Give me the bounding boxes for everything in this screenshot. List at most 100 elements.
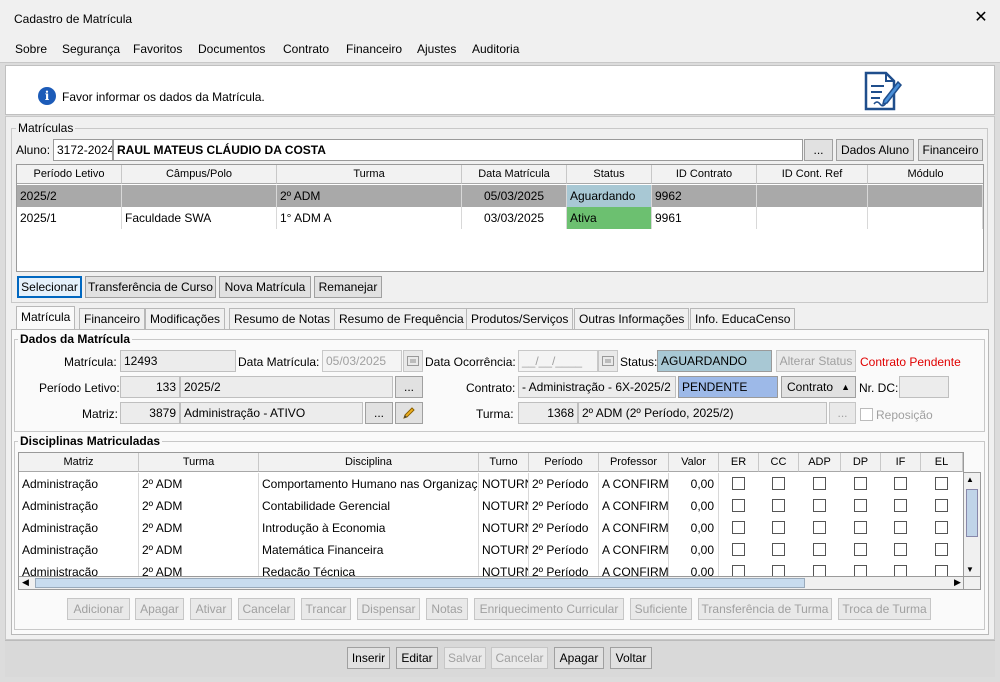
- menu-auditoria[interactable]: Auditoria: [472, 42, 519, 56]
- periodo-field[interactable]: 2025/2: [180, 376, 393, 398]
- turma-search-button[interactable]: ...: [829, 402, 856, 424]
- transferencia-turma-button[interactable]: Transferência de Turma: [698, 598, 832, 620]
- troca-turma-button[interactable]: Troca de Turma: [838, 598, 931, 620]
- status-field[interactable]: AGUARDANDO: [657, 350, 772, 372]
- scroll-thumb[interactable]: [35, 578, 805, 588]
- tab-resumo-frequencia[interactable]: Resumo de Frequência: [334, 308, 469, 329]
- column-header[interactable]: Matriz: [19, 453, 139, 472]
- horizontal-scrollbar[interactable]: ◀ ▶: [18, 576, 964, 590]
- calendar-icon[interactable]: [598, 350, 618, 372]
- column-header[interactable]: Disciplina: [259, 453, 479, 472]
- column-header[interactable]: EL: [921, 453, 963, 472]
- row-checkbox[interactable]: [732, 543, 745, 556]
- row-checkbox[interactable]: [894, 499, 907, 512]
- matriz-search-button[interactable]: ...: [365, 402, 393, 424]
- menu-ajustes[interactable]: Ajustes: [417, 42, 456, 56]
- nr-dc-field[interactable]: [899, 376, 949, 398]
- row-checkbox[interactable]: [854, 543, 867, 556]
- disciplinas-table[interactable]: Matriz Turma Disciplina Turno Período Pr…: [18, 452, 964, 578]
- row-checkbox[interactable]: [935, 543, 948, 556]
- aluno-code-field[interactable]: 3172-2024: [53, 139, 113, 161]
- matriz-code-field[interactable]: 3879: [120, 402, 180, 424]
- column-header[interactable]: ID Cont. Ref: [757, 165, 868, 184]
- row-checkbox[interactable]: [772, 521, 785, 534]
- menu-sobre[interactable]: Sobre: [15, 42, 47, 56]
- row-checkbox[interactable]: [894, 477, 907, 490]
- column-header[interactable]: Data Matrícula: [462, 165, 567, 184]
- dados-aluno-button[interactable]: Dados Aluno: [836, 139, 914, 161]
- menu-documentos[interactable]: Documentos: [198, 42, 265, 56]
- column-header[interactable]: Turma: [139, 453, 259, 472]
- apagar-button[interactable]: Apagar: [135, 598, 184, 620]
- dispensar-button[interactable]: Dispensar: [357, 598, 420, 620]
- contrato-status-field[interactable]: PENDENTE: [678, 376, 778, 398]
- arrow-left-icon[interactable]: ◀: [22, 577, 29, 588]
- row-checkbox[interactable]: [813, 521, 826, 534]
- salvar-button[interactable]: Salvar: [444, 647, 486, 669]
- inserir-button[interactable]: Inserir: [347, 647, 390, 669]
- scroll-thumb[interactable]: [966, 489, 978, 537]
- close-icon[interactable]: ✕: [972, 8, 990, 28]
- row-checkbox[interactable]: [854, 477, 867, 490]
- nova-matricula-button[interactable]: Nova Matrícula: [219, 276, 311, 298]
- arrow-down-icon[interactable]: ▼: [966, 565, 974, 574]
- row-checkbox[interactable]: [732, 521, 745, 534]
- row-checkbox[interactable]: [854, 499, 867, 512]
- table-row[interactable]: 2025/1 Faculdade SWA 1° ADM A 03/03/2025…: [17, 207, 983, 229]
- column-header[interactable]: IF: [881, 453, 921, 472]
- aluno-name-field[interactable]: RAUL MATEUS CLÁUDIO DA COSTA: [113, 139, 803, 161]
- menu-contrato[interactable]: Contrato: [283, 42, 329, 56]
- arrow-right-icon[interactable]: ▶: [954, 577, 961, 588]
- calendar-icon[interactable]: [403, 350, 423, 372]
- contrato-field[interactable]: - Administração - 6X-2025/2: [518, 376, 676, 398]
- table-row[interactable]: 2025/2 2º ADM 05/03/2025 Aguardando 9962: [17, 185, 983, 207]
- turma-field[interactable]: 2º ADM (2º Período, 2025/2): [578, 402, 827, 424]
- column-header[interactable]: ER: [719, 453, 759, 472]
- apagar-footer-button[interactable]: Apagar: [554, 647, 604, 669]
- row-checkbox[interactable]: [772, 477, 785, 490]
- cancelar-disciplina-button[interactable]: Cancelar: [238, 598, 295, 620]
- column-header[interactable]: Professor: [599, 453, 669, 472]
- ativar-button[interactable]: Ativar: [190, 598, 232, 620]
- column-header[interactable]: Valor: [669, 453, 719, 472]
- financeiro-button[interactable]: Financeiro: [918, 139, 983, 161]
- remanejar-button[interactable]: Remanejar: [314, 276, 382, 298]
- arrow-up-icon[interactable]: ▲: [966, 475, 974, 484]
- matriz-field[interactable]: Administração - ATIVO: [180, 402, 363, 424]
- column-header[interactable]: Período Letivo: [17, 165, 122, 184]
- enriquecimento-curricular-button[interactable]: Enriquecimento Curricular: [474, 598, 624, 620]
- row-checkbox[interactable]: [894, 543, 907, 556]
- tab-financeiro[interactable]: Financeiro: [79, 308, 146, 329]
- column-header[interactable]: Período: [529, 453, 599, 472]
- row-checkbox[interactable]: [732, 477, 745, 490]
- column-header[interactable]: Turno: [479, 453, 529, 472]
- table-row[interactable]: Administração 2º ADM Contabilidade Gerenci…: [19, 495, 963, 517]
- tab-matricula[interactable]: Matrícula: [16, 306, 76, 330]
- row-checkbox[interactable]: [772, 543, 785, 556]
- data-ocorrencia-field[interactable]: __/__/____: [518, 350, 598, 372]
- table-row[interactable]: Administração 2º ADM Matemática Financeira…: [19, 539, 963, 561]
- adicionar-button[interactable]: Adicionar: [67, 598, 130, 620]
- row-checkbox[interactable]: [813, 477, 826, 490]
- cancelar-button[interactable]: Cancelar: [491, 647, 548, 669]
- voltar-button[interactable]: Voltar: [610, 647, 652, 669]
- tab-produtos-servicos[interactable]: Produtos/Serviços: [466, 308, 574, 329]
- column-header[interactable]: DP: [841, 453, 881, 472]
- column-header[interactable]: ID Contrato: [652, 165, 757, 184]
- table-row[interactable]: Administração 2º ADM Comportamento Humano …: [19, 473, 963, 495]
- column-header[interactable]: Módulo: [868, 165, 983, 184]
- transferencia-curso-button[interactable]: Transferência de Curso: [85, 276, 216, 298]
- menu-favoritos[interactable]: Favoritos: [133, 42, 182, 56]
- row-checkbox[interactable]: [732, 499, 745, 512]
- column-header[interactable]: CC: [759, 453, 799, 472]
- row-checkbox[interactable]: [854, 521, 867, 534]
- data-matricula-field[interactable]: 05/03/2025: [322, 350, 402, 372]
- suficiente-button[interactable]: Suficiente: [630, 598, 692, 620]
- pencil-icon[interactable]: [395, 402, 423, 424]
- turma-code-field[interactable]: 1368: [518, 402, 578, 424]
- row-checkbox[interactable]: [772, 499, 785, 512]
- tab-resumo-notas[interactable]: Resumo de Notas: [229, 308, 336, 329]
- row-checkbox[interactable]: [935, 477, 948, 490]
- column-header[interactable]: Turma: [277, 165, 462, 184]
- column-header[interactable]: Status: [567, 165, 652, 184]
